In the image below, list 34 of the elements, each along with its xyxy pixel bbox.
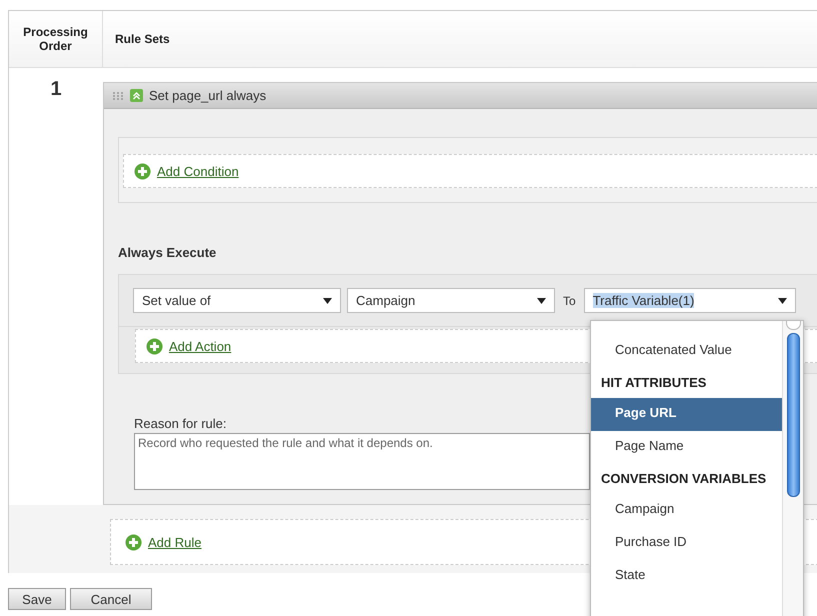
group-heading: HIT ATTRIBUTES [600,374,708,392]
add-icon [146,338,163,354]
cancel-button[interactable]: Cancel [70,588,152,610]
menu-option[interactable]: Purchase ID [591,527,782,560]
column-header: Processing Order [22,25,89,53]
collapse-icon[interactable] [130,89,143,102]
menu-option[interactable]: Page Name [591,431,782,464]
caret-icon [537,298,546,304]
add-icon [125,534,142,550]
select-field[interactable]: Traffic Variable(1) [584,288,796,313]
select-field[interactable]: Set value of [133,288,341,313]
order-number: 1 [50,78,62,100]
rule-header[interactable]: Set page_url always [104,83,817,109]
add-action-link[interactable]: Add Action [169,338,232,354]
menu-option[interactable]: Concatenated Value [591,335,782,368]
menu-option[interactable]: State [591,560,782,593]
drag-handle-icon[interactable] [112,90,124,100]
reason-label: Reason for rule: [134,416,226,431]
select-field[interactable]: Campaign [347,288,555,313]
add-rule-link[interactable]: Add Rule [148,534,202,550]
column-header: Rule Sets [115,32,170,46]
menu-option[interactable]: Page URL [591,398,782,431]
caret-icon [778,298,787,304]
reason-field[interactable]: Record who requested the rule and what it depends on. [134,433,590,490]
caret-icon [323,298,332,304]
scrollbar[interactable] [782,321,803,616]
add-condition-link[interactable]: Add Condition [157,164,239,178]
rule-title: Set page_url always [149,88,266,103]
to-label: To [563,294,576,308]
group-heading: CONVERSION VARIABLES [600,470,768,488]
save-button[interactable]: Save [8,588,66,610]
add-icon [134,162,151,180]
menu-option[interactable]: Campaign [591,494,782,527]
section-title: Always Execute [118,245,218,260]
